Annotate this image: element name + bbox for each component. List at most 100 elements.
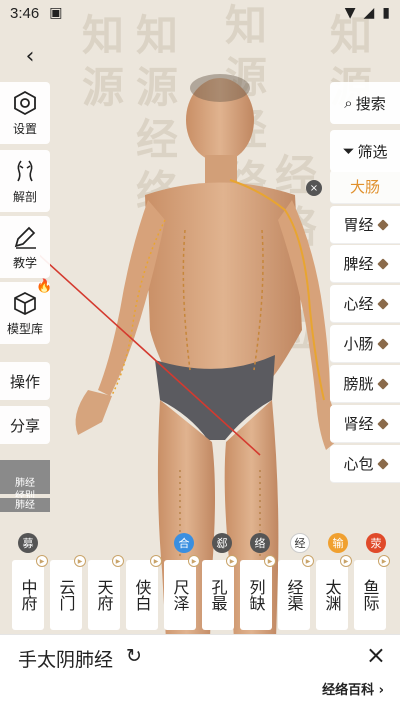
meridian-label: 小肠: [343, 335, 374, 353]
search-label: 搜索: [355, 94, 386, 113]
acupoint-label: 侠白: [132, 579, 152, 611]
acupoint-item[interactable]: ▶ 列缺: [240, 555, 276, 630]
back-button[interactable]: ‹: [16, 42, 44, 70]
signal-icon: ◢: [363, 5, 375, 21]
settings-button[interactable]: 设置: [0, 82, 50, 144]
meridian-label: 肾经: [343, 415, 374, 433]
acupoint-label: 经渠: [284, 579, 304, 611]
meridian-label: 心经: [343, 295, 374, 313]
tag-label: 募: [22, 537, 34, 550]
filter-icon: ⏷: [342, 142, 355, 160]
gallery-icon: ▣: [49, 5, 63, 21]
anatomy-icon: [17, 160, 33, 181]
diamond-icon: [376, 337, 389, 350]
acupoint-list: ▶ 中府 ▶ 云门 ▶ 天府 ▶ 侠白 ▶ 尺泽 ▶ 孔最 ▶ 列缺 ▶ 经渠 ▶ 太渊 ▶ 鱼际: [8, 555, 392, 632]
status-icons: ▼ ◢ ▮: [345, 5, 390, 21]
close-icon[interactable]: ×: [306, 180, 322, 196]
meridian-item-pericardium[interactable]: 心包: [330, 445, 400, 483]
meridian-item-kidney[interactable]: 肾经: [330, 405, 400, 443]
share-button[interactable]: 分享: [0, 406, 50, 444]
tag-label: 输: [332, 537, 344, 550]
meridian-item-bladder[interactable]: 膀胱: [330, 365, 400, 403]
settings-label: 设置: [12, 121, 37, 136]
meridian-label: 膀胱: [343, 375, 374, 393]
play-icon[interactable]: ▶: [36, 555, 48, 567]
play-icon[interactable]: ▶: [150, 555, 162, 567]
acupoint-item[interactable]: ▶ 鱼际: [354, 555, 390, 630]
lung-meridian-branch-tag[interactable]: 肺经 经别: [0, 460, 50, 502]
meridian-label: 胃经: [343, 216, 374, 234]
tag-label: 郄: [216, 537, 228, 550]
anatomy-button[interactable]: 解剖: [0, 150, 50, 212]
point-type-tags: 募 合 郄 络 经 输 荥: [10, 533, 390, 557]
lung-meridian-tag[interactable]: 肺经: [0, 498, 50, 512]
search-button[interactable]: ⌕ 搜索: [330, 82, 400, 124]
play-icon[interactable]: ▶: [302, 555, 314, 567]
acupoint-label: 列缺: [246, 579, 266, 611]
meridian-tag-label: 肺经: [15, 500, 35, 511]
close-panel-button[interactable]: ×: [366, 641, 386, 669]
acupoint-item[interactable]: ▶ 天府: [88, 555, 124, 630]
operate-button[interactable]: 操作: [0, 362, 50, 400]
chevron-left-icon: ‹: [25, 43, 35, 69]
meridian-name: 手太阴肺经: [18, 649, 114, 671]
diamond-icon: [376, 457, 389, 470]
acupoint-label: 云门: [56, 579, 76, 611]
point-tag-mu: 募: [18, 533, 38, 553]
play-icon[interactable]: ▶: [112, 555, 124, 567]
filter-button[interactable]: ⏷ 筛选: [330, 130, 400, 172]
play-icon[interactable]: ▶: [226, 555, 238, 567]
acupoint-label: 中府: [18, 579, 38, 611]
play-icon[interactable]: ▶: [378, 555, 390, 567]
diamond-icon: [376, 417, 389, 430]
acupoint-label: 孔最: [208, 579, 228, 611]
meridian-label: 心包: [343, 455, 374, 473]
acupoint-label: 天府: [94, 579, 114, 611]
teaching-button[interactable]: 教学: [0, 216, 50, 278]
acupoint-label: 太渊: [322, 579, 342, 611]
acupoint-item[interactable]: ▶ 经渠: [278, 555, 314, 630]
meridian-label: 大肠: [349, 178, 380, 196]
pencil-icon: [14, 226, 36, 249]
tag-label: 合: [178, 537, 190, 550]
acupoint-label: 鱼际: [360, 579, 380, 611]
play-icon[interactable]: ▶: [188, 555, 200, 567]
wifi-icon: ▼: [344, 5, 356, 21]
meridian-item-large-intestine[interactable]: 大肠: [330, 170, 400, 204]
diamond-icon: [376, 218, 389, 231]
meridian-encyclopedia-link[interactable]: 经络百科 ›: [322, 679, 384, 698]
acupoint-item[interactable]: ▶ 中府: [12, 555, 48, 630]
meridian-info-panel: 手太阴肺经 ↻ × 经络百科 ›: [0, 634, 400, 710]
cube-icon: [14, 291, 36, 315]
acupoint-item[interactable]: ▶ 太渊: [316, 555, 352, 630]
battery-icon: ▮: [382, 5, 390, 21]
meridian-item-spleen[interactable]: 脾经: [330, 245, 400, 283]
status-time: 3:46: [10, 4, 40, 22]
acupoint-item[interactable]: ▶ 孔最: [202, 555, 238, 630]
meridian-label: 脾经: [343, 255, 374, 273]
status-bar: 3:46 ▣ ▼ ◢ ▮: [0, 0, 400, 26]
play-icon[interactable]: ▶: [264, 555, 276, 567]
diamond-icon: [376, 297, 389, 310]
fire-icon: 🔥: [36, 279, 53, 294]
anatomy-label: 解剖: [12, 189, 37, 204]
tag-label: 经: [294, 537, 306, 550]
tag-label: 荥: [370, 537, 382, 550]
diamond-icon: [376, 377, 389, 390]
model-library-label: 模型库: [6, 321, 43, 336]
diamond-icon: [376, 257, 389, 270]
meridian-item-small-intestine[interactable]: 小肠: [330, 325, 400, 363]
acupoint-item[interactable]: ▶ 尺泽: [164, 555, 200, 630]
play-icon[interactable]: ▶: [74, 555, 86, 567]
meridian-item-heart[interactable]: 心经: [330, 285, 400, 323]
filter-label: 筛选: [357, 142, 388, 161]
operate-label: 操作: [9, 372, 40, 391]
play-icon[interactable]: ▶: [340, 555, 352, 567]
share-icon[interactable]: ↻: [126, 645, 142, 667]
teaching-label: 教学: [12, 255, 37, 270]
search-icon: ⌕: [344, 94, 353, 112]
acupoint-item[interactable]: ▶ 侠白: [126, 555, 162, 630]
meridian-item-stomach[interactable]: 胃经: [330, 206, 400, 244]
acupoint-label: 尺泽: [170, 579, 190, 611]
acupoint-item[interactable]: ▶ 云门: [50, 555, 86, 630]
